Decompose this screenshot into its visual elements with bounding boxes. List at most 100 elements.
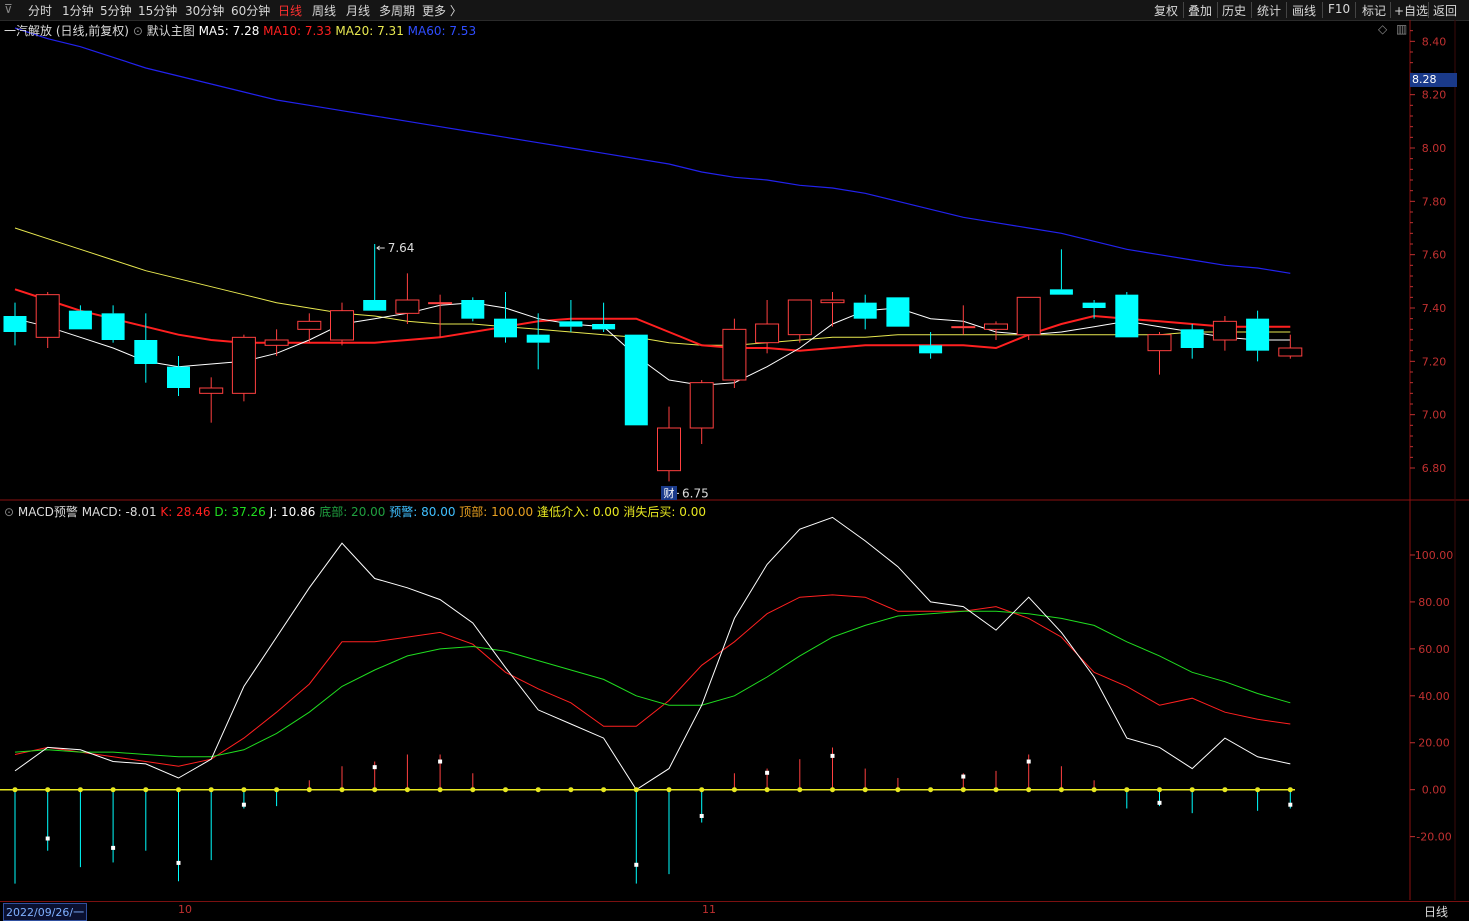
- ma5-line: [14, 302, 1291, 386]
- candle-body: [755, 323, 780, 344]
- low-price-label: 6.75: [682, 486, 709, 500]
- zero-dot: [45, 787, 51, 793]
- candle: [35, 292, 60, 348]
- ma20-value: MA20: 7.31: [335, 24, 404, 38]
- zero-dot: [797, 787, 803, 793]
- candle: [657, 406, 681, 482]
- candle-body: [624, 334, 648, 426]
- chevron-down-icon[interactable]: ⊙: [133, 24, 143, 38]
- date-axis-bar: [0, 901, 1469, 921]
- candle-body: [199, 387, 224, 394]
- candle: [167, 356, 190, 396]
- main-chart-legend: 一汽解放 (日线,前复权) ⊙ 默认主图 MA5: 7.28 MA10: 7.3…: [4, 22, 476, 39]
- candle-body: [886, 297, 910, 327]
- candle-body: [134, 340, 158, 364]
- ma10-value: MA10: 7.33: [263, 24, 332, 38]
- ma60-line: [14, 27, 1291, 274]
- candle-body: [428, 302, 453, 305]
- zero-dot: [339, 787, 345, 793]
- candle-body: [1180, 329, 1204, 348]
- candle-body: [951, 326, 976, 329]
- candle-body: [264, 339, 289, 346]
- y-tick-label: 7.40: [1422, 302, 1447, 315]
- candle-body: [722, 328, 747, 381]
- candle-body: [1082, 302, 1106, 308]
- diamond-icon[interactable]: ◇: [1378, 22, 1387, 36]
- k-value: K: 28.46: [160, 505, 211, 519]
- j-value: J: 10.86: [269, 505, 316, 519]
- candle-body: [559, 321, 583, 327]
- d-value: D: 37.26: [214, 505, 266, 519]
- candle-body: [787, 299, 812, 336]
- low-entry-value: 逢低介入: 0.00: [536, 505, 620, 519]
- candle: [231, 334, 256, 402]
- candle-body: [330, 310, 354, 341]
- macd-marker: [111, 845, 116, 850]
- candle: [1016, 296, 1041, 340]
- candle-body: [101, 313, 125, 340]
- candle-body: [526, 334, 550, 343]
- indicator-name[interactable]: 默认主图: [147, 24, 195, 38]
- sub-indicator-name[interactable]: MACD预警: [18, 505, 78, 519]
- warn-value: 预警: 80.00: [389, 505, 456, 519]
- candle-body: [1278, 347, 1303, 357]
- candle-body: [1147, 334, 1172, 352]
- candle-body: [68, 310, 92, 330]
- candle-body: [657, 427, 681, 472]
- macd-marker: [830, 753, 835, 758]
- candle-body: [1016, 296, 1041, 336]
- candle-body: [395, 299, 420, 314]
- panel-toggle-icon[interactable]: ▥: [1396, 22, 1407, 36]
- candle-body: [3, 316, 27, 332]
- y-tick-label: 7.00: [1422, 409, 1447, 422]
- zero-dot: [1255, 787, 1261, 793]
- sub-y-tick-label: 0.00: [1422, 784, 1447, 797]
- sub-y-tick-label: 80.00: [1418, 596, 1450, 609]
- start-date-label: 2022/09/26/一: [3, 903, 88, 921]
- macd-marker: [1157, 800, 1162, 805]
- candle: [559, 300, 583, 332]
- zero-dot: [895, 787, 901, 793]
- candle: [951, 305, 976, 335]
- high-price-label: 7.64: [388, 241, 415, 255]
- candle: [199, 377, 224, 423]
- macd-marker: [1288, 802, 1293, 807]
- zero-dot: [535, 787, 541, 793]
- zero-dot: [1222, 787, 1228, 793]
- candle: [984, 321, 1008, 340]
- period-label[interactable]: 日线: [1424, 903, 1448, 920]
- candle-body: [297, 320, 322, 330]
- ma20-line: [14, 227, 1291, 346]
- kline-chart-area[interactable]: 6.80 7.00 7.20 7.40 7.60 7.80 8.00 8.20 8.40 -20.…: [0, 0, 1469, 920]
- y-tick-label: 7.60: [1422, 249, 1447, 262]
- candle: [428, 294, 453, 338]
- y-tick-label: 8.20: [1422, 89, 1447, 102]
- y-tick-label: 7.20: [1422, 355, 1447, 368]
- candle: [461, 297, 485, 322]
- sub-y-tick-label: 100.00: [1415, 549, 1454, 562]
- macd-marker: [438, 759, 443, 764]
- zero-dot: [1124, 787, 1130, 793]
- chevron-down-icon[interactable]: ⊙: [4, 505, 14, 519]
- zero-dot: [12, 787, 18, 793]
- candle-body: [984, 323, 1008, 330]
- candle-body: [1246, 318, 1270, 351]
- y-tick-label: 8.40: [1422, 35, 1447, 48]
- candle: [592, 302, 616, 332]
- macd-value: MACD: -8.01: [81, 505, 157, 519]
- candle-body: [494, 318, 517, 338]
- zero-dot: [404, 787, 410, 793]
- candle-body: [167, 366, 190, 388]
- macd-marker: [1026, 759, 1031, 764]
- zero-dot: [143, 787, 149, 793]
- zero-dot: [1026, 787, 1032, 793]
- y-tick-label: 8.00: [1422, 142, 1447, 155]
- zero-dot: [731, 787, 737, 793]
- macd-marker: [765, 770, 770, 775]
- y-tick-label: 6.80: [1422, 462, 1447, 475]
- zero-dot: [699, 787, 705, 793]
- sub-y-tick-label: 60.00: [1418, 643, 1450, 656]
- buy-after-value: 消失后买: 0.00: [623, 505, 706, 519]
- zero-dot: [241, 787, 247, 793]
- candle-body: [592, 324, 616, 330]
